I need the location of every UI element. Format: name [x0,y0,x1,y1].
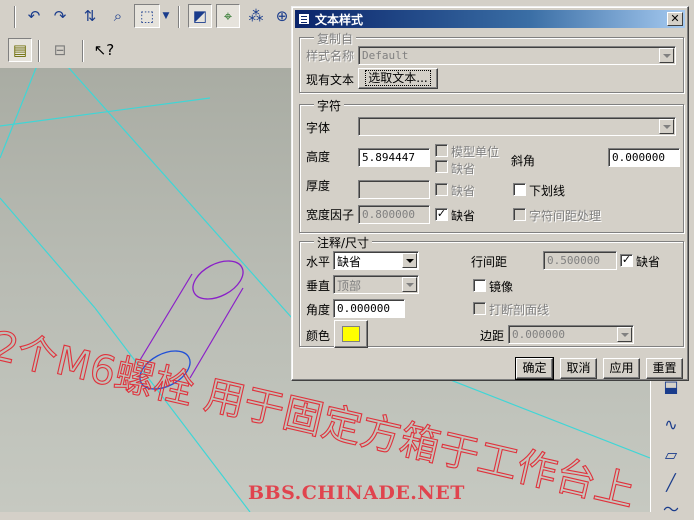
chevron-down-icon [659,48,674,63]
datum-axis-icon[interactable]: ╱ [659,470,683,494]
vertical-select[interactable]: 顶部 [333,275,419,294]
redo-icon[interactable]: ↷ [48,4,72,28]
margin-label: 边距 [480,329,505,343]
axis-display-icon[interactable]: ⌖ [216,4,240,28]
datum-plane-icon[interactable]: ▱ [659,442,683,466]
toolbar-separator [14,6,16,28]
chevron-down-icon [402,277,417,292]
layer-icon[interactable]: ▤ [8,38,32,62]
horizontal-label: 水平 [306,255,331,269]
vertical-label: 垂直 [306,279,331,293]
character-group: 字符 字体 高度 5.894447 模型单位 缺省 斜角 0.000000 厚度… [299,97,684,233]
dialog-icon [298,13,310,25]
note-dimension-legend: 注释/尺寸 [314,234,373,251]
color-swatch [342,326,360,342]
thickness-default-checkbox[interactable] [435,183,448,196]
font-select[interactable] [358,117,676,136]
color-label: 颜色 [306,329,331,343]
dropdown-icon[interactable]: ▼ [160,4,172,28]
chevron-down-icon [402,253,417,268]
copy-from-group: 复制自 样式名称 Default 现有文本 选取文本... [299,30,684,93]
style-name-value: Default [362,49,409,62]
style-name-select: Default [358,46,676,65]
select-text-button[interactable]: 选取文本... [358,68,438,89]
mirror-label: 镜像 [489,280,514,294]
font-label: 字体 [306,121,331,135]
point-display-icon[interactable]: ⁂ [244,4,268,28]
undo-icon[interactable]: ↶ [22,4,46,28]
apply-button[interactable]: 应用 [603,358,640,379]
sketch-curve-icon[interactable]: ∿ [659,412,683,436]
style-name-label: 样式名称 [306,49,355,63]
close-button[interactable]: ✕ [667,12,683,26]
horizontal-select[interactable]: 缺省 [333,251,419,270]
width-factor-input[interactable]: 0.800000 [358,205,430,224]
model-units-label: 模型单位 [451,145,500,159]
break-hatch-checkbox[interactable] [473,302,486,315]
regenerate-icon[interactable]: ⇅ [78,4,102,28]
break-hatch-label: 打断剖面线 [489,303,550,317]
datum-display-icon[interactable]: ◩ [188,4,212,28]
existing-text-label: 现有文本 [306,73,355,87]
toolbar-separator [178,6,180,28]
margin-select[interactable]: 0.000000 [508,325,634,344]
line-spacing-label: 行间距 [471,255,508,269]
whats-this-icon[interactable]: ↖? [92,38,116,62]
dialog-titlebar[interactable]: 文本样式 ✕ [295,10,685,28]
find-icon[interactable]: ⌕ [106,4,130,28]
toolbar-separator [38,40,40,62]
color-button[interactable] [334,320,368,348]
select-text-button-label: 选取文本... [365,70,431,86]
line-spacing-default-label: 缺省 [636,255,661,269]
vertical-value: 顶部 [337,279,362,293]
char-spacing-label: 字符间距处理 [529,209,602,223]
height-default-checkbox[interactable] [435,160,448,173]
text-style-dialog: 文本样式 ✕ 复制自 样式名称 Default 现有文本 选取文本... 字符 … [291,6,689,381]
underline-label: 下划线 [529,184,566,198]
model-tree-icon[interactable]: ⊟ [48,38,72,62]
horizontal-value: 缺省 [337,255,362,269]
chevron-down-icon [659,119,674,134]
line-spacing-input[interactable]: 0.500000 [543,251,617,270]
mirror-checkbox[interactable] [473,279,486,292]
thickness-label: 厚度 [306,179,331,193]
reset-button[interactable]: 重置 [646,358,683,379]
slant-input[interactable]: 0.000000 [608,148,680,167]
note-dimension-group: 注释/尺寸 水平 缺省 行间距 0.500000 ✓ 缺省 垂直 顶部 镜像 角… [299,234,684,348]
character-legend: 字符 [314,97,345,114]
height-input[interactable]: 5.894447 [358,148,430,167]
thickness-default-label: 缺省 [451,184,476,198]
copy-from-legend: 复制自 [314,30,357,47]
cancel-button[interactable]: 取消 [560,358,597,379]
underline-checkbox[interactable] [513,183,526,196]
chevron-down-icon [617,327,632,342]
width-factor-default-label: 缺省 [451,209,476,223]
ok-button[interactable]: 确定 [515,357,554,380]
height-label: 高度 [306,150,331,164]
width-factor-label: 宽度因子 [306,208,355,222]
char-spacing-checkbox[interactable] [513,208,526,221]
slant-label: 斜角 [511,154,536,168]
angle-input[interactable]: 0.000000 [333,299,405,318]
select-box-icon[interactable]: ⬚ [134,4,160,28]
width-factor-default-checkbox[interactable]: ✓ [435,208,448,221]
thickness-input[interactable] [358,180,430,199]
line-spacing-default-checkbox[interactable]: ✓ [620,254,633,267]
dialog-title: 文本样式 [315,12,364,27]
watermark-text: BBS.CHINADE.NET [248,482,465,504]
angle-label: 角度 [306,303,331,317]
curve-icon[interactable]: 〜 [659,496,683,520]
model-units-checkbox[interactable] [435,144,448,157]
toolbar-separator [82,40,84,62]
margin-value: 0.000000 [512,328,565,341]
height-default-label: 缺省 [451,162,476,176]
